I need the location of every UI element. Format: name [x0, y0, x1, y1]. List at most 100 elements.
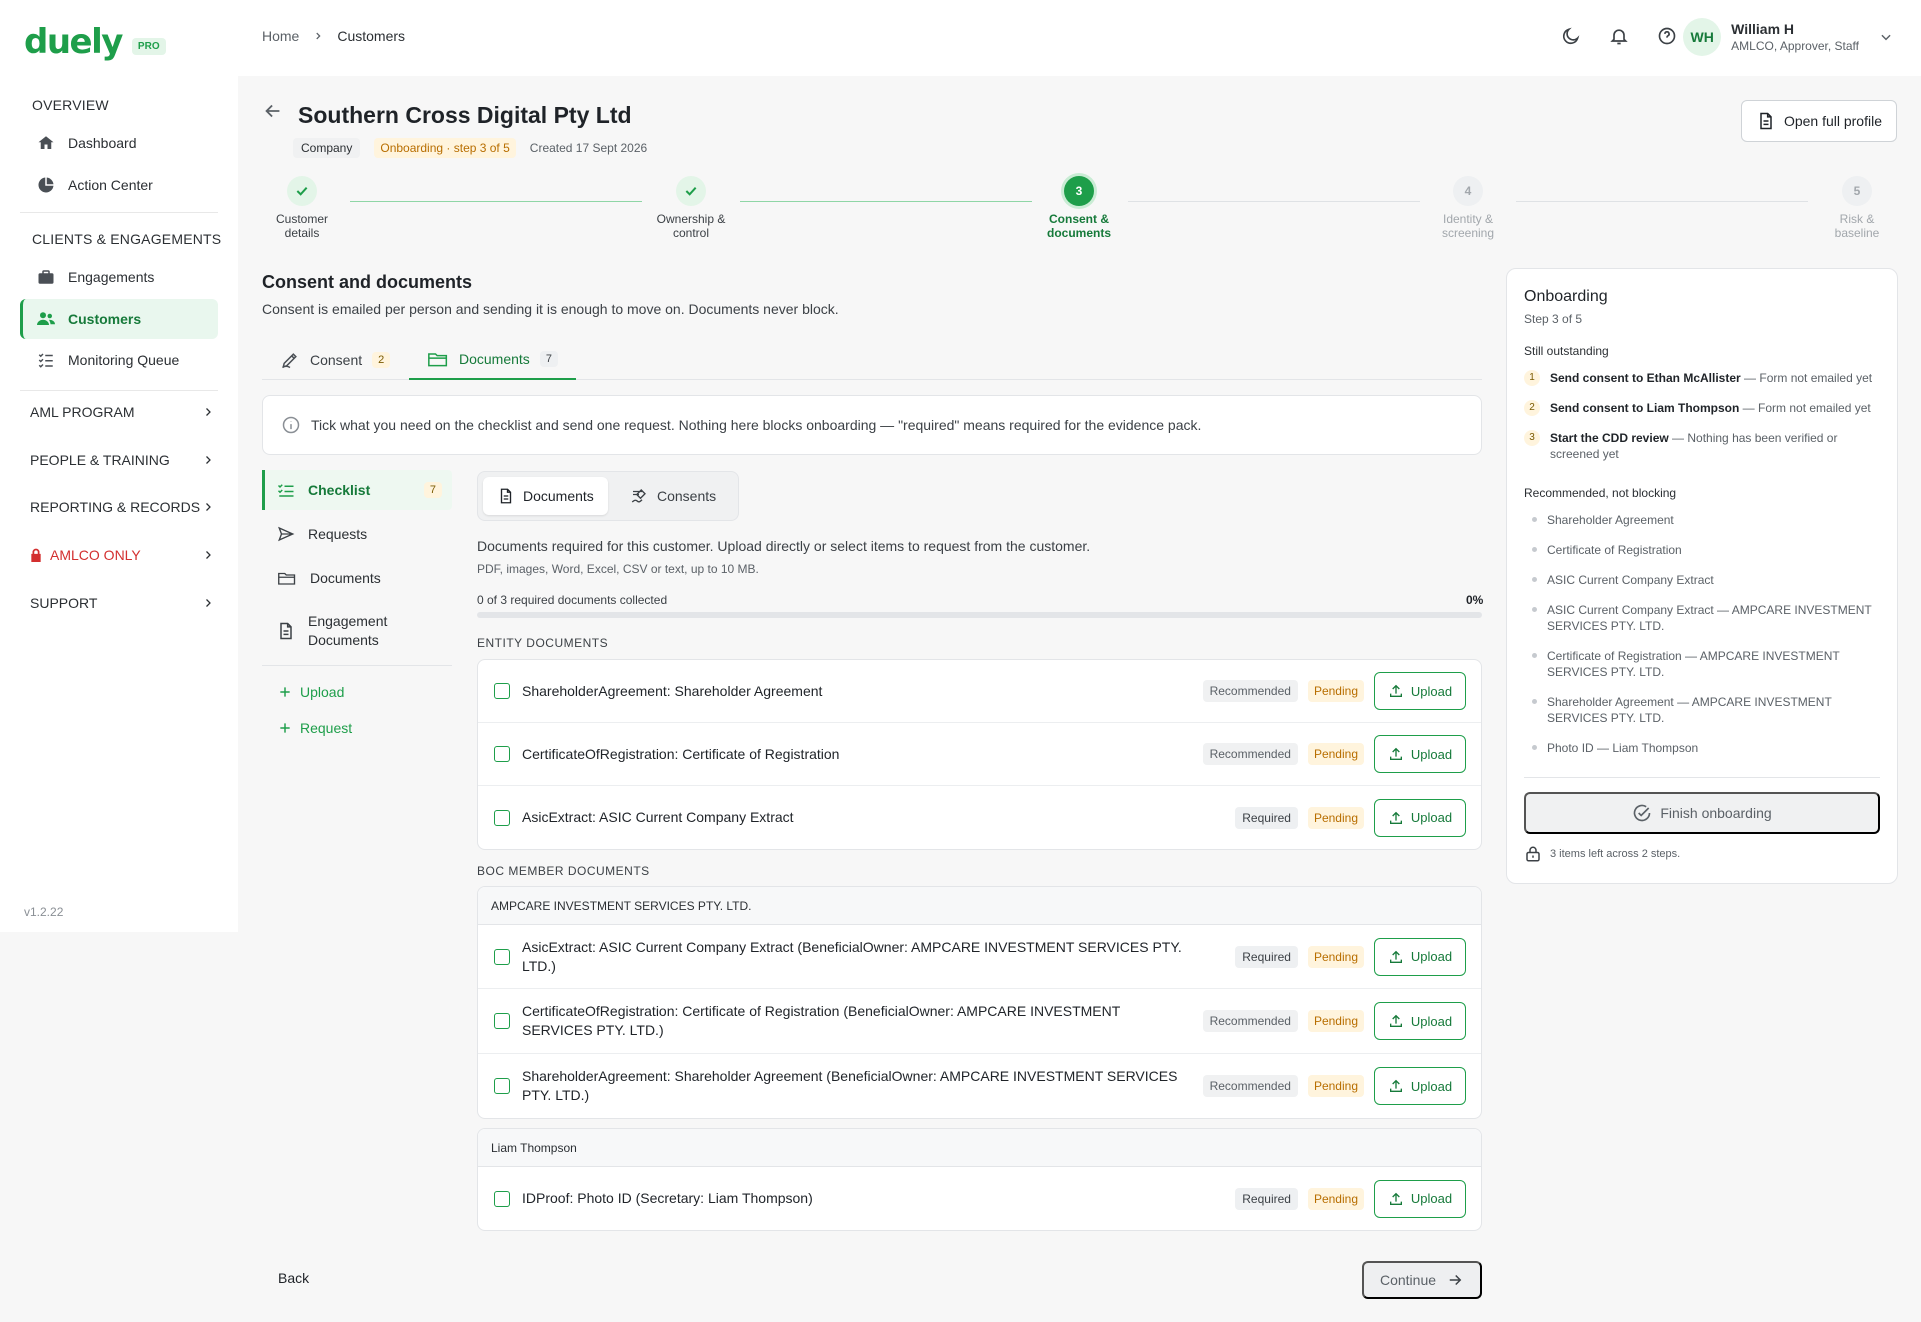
subnav-upload-action[interactable]: Upload — [278, 684, 344, 700]
topbar: Home Customers WH William H AMLCO, Appro… — [238, 0, 1921, 76]
row-actions: Recommended Pending Upload — [1202, 735, 1466, 773]
subnav-label: Documents — [310, 570, 381, 586]
subnav-engagement-documents[interactable]: Engagement Documents — [262, 606, 452, 656]
breadcrumb-home[interactable]: Home — [262, 28, 299, 44]
outstanding-item[interactable]: 3 Start the CDD review — Nothing has bee… — [1524, 430, 1884, 462]
tab-documents[interactable]: Documents 7 — [409, 340, 576, 380]
moon-icon[interactable] — [1557, 22, 1585, 50]
tab-count: 7 — [539, 351, 558, 367]
document-checkbox[interactable] — [494, 1013, 510, 1029]
segment-label: Consents — [657, 488, 717, 504]
document-checkbox[interactable] — [494, 683, 510, 699]
signature-icon — [629, 487, 649, 505]
upload-button[interactable]: Upload — [1374, 1067, 1466, 1105]
document-checkbox[interactable] — [494, 809, 510, 826]
status-badge: Pending — [1307, 1187, 1364, 1210]
subnav-documents[interactable]: Documents — [262, 558, 452, 598]
step-identity-screening[interactable]: 4 Identity & screening — [1428, 176, 1508, 240]
panel-footnote: 3 items left across 2 steps. — [1524, 844, 1680, 864]
open-full-profile-button[interactable]: Open full profile — [1740, 100, 1897, 142]
sidebar-group-aml-program[interactable]: AML PROGRAM — [30, 404, 214, 420]
segment-documents[interactable]: Documents — [483, 477, 608, 515]
status-badge: Pending — [1307, 1010, 1364, 1032]
step-ownership-control[interactable]: Ownership & control — [651, 176, 731, 240]
sidebar-item-dashboard[interactable]: Dashboard — [20, 123, 218, 163]
step-label: Risk & baseline — [1834, 212, 1880, 240]
subnav-request-action[interactable]: Request — [278, 720, 352, 736]
document-title: AsicExtract: ASIC Current Company Extrac… — [522, 809, 794, 825]
check-icon — [676, 176, 706, 206]
sidebar-item-action-center[interactable]: Action Center — [20, 165, 218, 205]
upload-button[interactable]: Upload — [1374, 735, 1466, 773]
document-checkbox[interactable] — [494, 1190, 510, 1207]
back-button[interactable]: Back — [278, 1270, 309, 1286]
requirement-badge: Required — [1235, 1187, 1298, 1210]
status-badge: Pending — [1307, 743, 1364, 765]
breadcrumb-customers[interactable]: Customers — [337, 28, 405, 44]
requirement-badge: Recommended — [1202, 743, 1298, 765]
avatar: WH — [1683, 18, 1722, 56]
action-label: Request — [300, 720, 353, 736]
row-actions: Recommended Pending Upload — [1202, 1002, 1466, 1040]
segment-consents[interactable]: Consents — [615, 477, 730, 515]
sidebar-item-engagements[interactable]: Engagements — [20, 257, 218, 297]
entity-documents-label: ENTITY DOCUMENTS — [477, 636, 609, 650]
document-title: ShareholderAgreement: Shareholder Agreem… — [522, 1068, 1178, 1103]
outstanding-text: Send consent to Ethan McAllister — Form … — [1550, 371, 1873, 385]
step-risk-baseline[interactable]: 5 Risk & baseline — [1817, 176, 1897, 240]
app-logo[interactable]: duely PRO — [24, 22, 166, 62]
finish-onboarding-button[interactable]: Finish onboarding — [1524, 792, 1880, 834]
upload-label: Upload — [1410, 1078, 1453, 1094]
customer-type-badge: Company — [293, 138, 361, 158]
sidebar-item-customers[interactable]: Customers — [20, 299, 218, 339]
group-label: AMLCO ONLY — [50, 547, 141, 563]
upload-button[interactable]: Upload — [1374, 672, 1466, 710]
back-arrow-icon[interactable] — [262, 100, 284, 122]
document-checkbox[interactable] — [494, 746, 510, 762]
outstanding-item[interactable]: 1 Send consent to Ethan McAllister — For… — [1524, 370, 1884, 386]
sidebar-group-reporting-records[interactable]: REPORTING & RECORDS — [30, 499, 214, 515]
upload-button[interactable]: Upload — [1374, 1179, 1466, 1218]
created-date: Created 17 Sept 2026 — [529, 141, 648, 155]
step-number: 4 — [1453, 176, 1483, 206]
recommended-label: Recommended, not blocking — [1524, 486, 1677, 500]
outstanding-label: Still outstanding — [1524, 344, 1609, 358]
user-menu[interactable]: WH William H AMLCO, Approver, Staff — [1683, 18, 1893, 56]
plus-icon — [278, 721, 292, 735]
help-icon[interactable] — [1653, 22, 1681, 50]
bullet — [1532, 577, 1537, 582]
step-connector — [1516, 201, 1808, 202]
document-row: CertificateOfRegistration: Certificate o… — [478, 723, 1481, 786]
step-connector — [350, 201, 642, 202]
documents-description: Documents required for this customer. Up… — [477, 538, 1091, 554]
sidebar-item-monitoring-queue[interactable]: Monitoring Queue — [20, 340, 218, 380]
document-checkbox[interactable] — [494, 948, 510, 965]
recommended-item: ASIC Current Company Extract — AMPCARE I… — [1532, 602, 1872, 634]
checklist-icon — [276, 481, 296, 499]
document-checkbox[interactable] — [494, 1078, 510, 1094]
document-icon — [497, 486, 515, 506]
chevron-right-icon — [202, 549, 214, 561]
subnav-checklist[interactable]: Checklist 7 — [262, 470, 452, 510]
step-consent-documents[interactable]: 3 Consent & documents — [1039, 176, 1119, 240]
upload-icon — [1388, 683, 1404, 699]
upload-button[interactable]: Upload — [1374, 798, 1466, 837]
status-badge: Pending — [1307, 945, 1364, 968]
sidebar-group-amlco-only[interactable]: AMLCO ONLY — [30, 547, 214, 563]
upload-label: Upload — [1410, 683, 1453, 699]
subnav-requests[interactable]: Requests — [262, 514, 452, 554]
chevron-right-icon — [202, 501, 214, 513]
upload-icon — [1388, 1191, 1404, 1207]
bell-icon[interactable] — [1605, 22, 1633, 50]
step-customer-details[interactable]: Customer details — [262, 176, 342, 240]
upload-button[interactable]: Upload — [1374, 1002, 1466, 1040]
section-clients: CLIENTS & ENGAGEMENTS — [32, 231, 222, 247]
recommended-item: Certificate of Registration — [1532, 542, 1872, 558]
tab-consent[interactable]: Consent 2 — [262, 340, 408, 380]
sidebar-group-support[interactable]: SUPPORT — [30, 595, 214, 611]
continue-button[interactable]: Continue — [1362, 1261, 1482, 1299]
upload-button[interactable]: Upload — [1374, 937, 1466, 976]
sidebar-group-people-training[interactable]: PEOPLE & TRAINING — [30, 452, 214, 468]
bullet — [1532, 653, 1537, 658]
outstanding-item[interactable]: 2 Send consent to Liam Thompson — Form n… — [1524, 400, 1884, 416]
